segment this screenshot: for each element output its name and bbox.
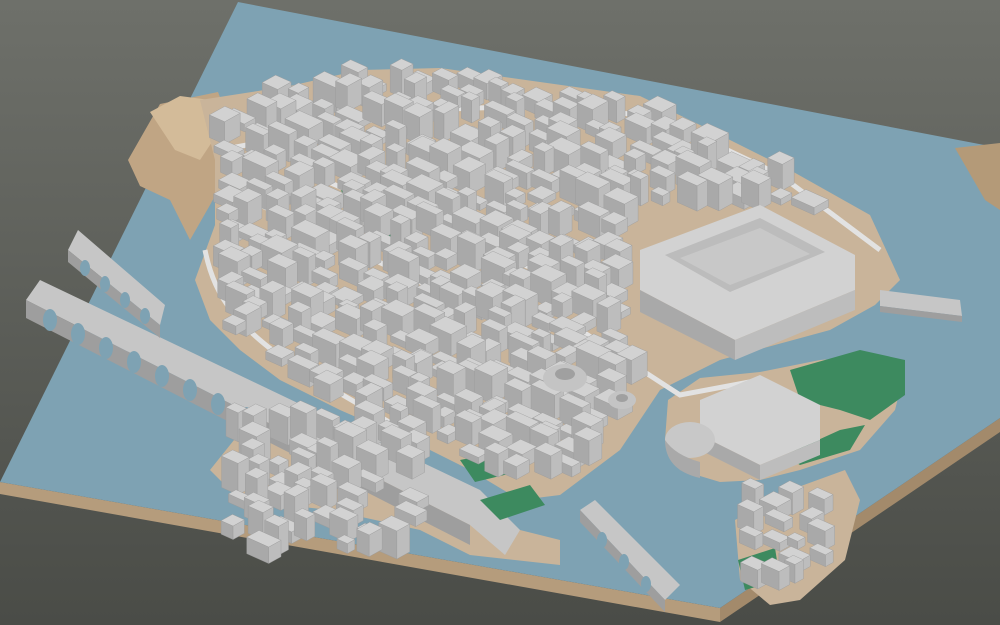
building xyxy=(432,403,442,434)
building xyxy=(471,96,480,124)
building xyxy=(640,174,649,207)
building xyxy=(548,207,560,239)
city-model-viewport xyxy=(0,0,1000,625)
building xyxy=(225,407,239,443)
city-model-render xyxy=(0,0,1000,625)
building xyxy=(433,109,445,143)
